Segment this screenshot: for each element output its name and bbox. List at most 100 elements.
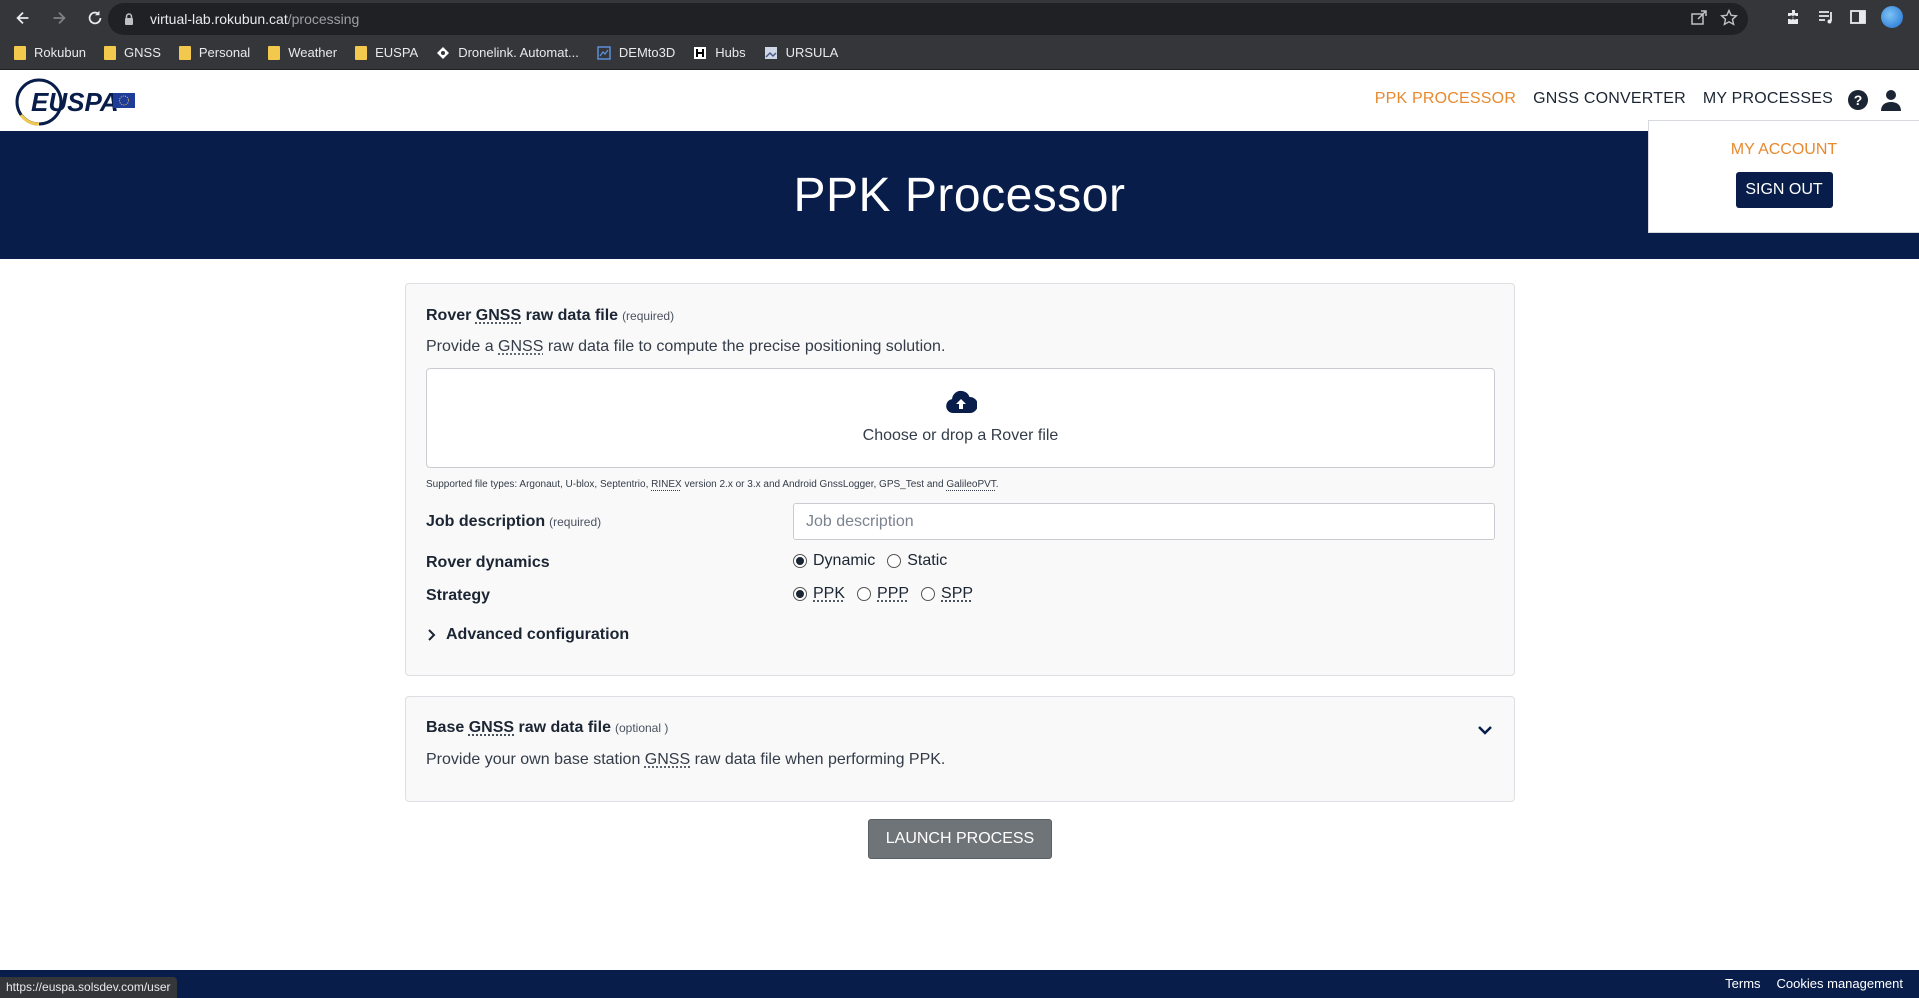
supported-abbr-galileopvt: GalileoPVT — [946, 479, 996, 490]
rover-dynamics-radio-group: Dynamic Static — [793, 552, 947, 570]
base-title-abbr: GNSS — [468, 719, 515, 736]
base-desc-abbr: GNSS — [644, 751, 691, 768]
chevron-down-icon[interactable] — [1476, 721, 1494, 739]
base-section-title: Base GNSS raw data file (optional ) — [426, 719, 668, 737]
bookmark-personal[interactable]: Personal — [178, 45, 251, 60]
folder-icon — [268, 45, 281, 60]
profile-avatar[interactable] — [1881, 6, 1903, 28]
bookmark-label: GNSS — [124, 45, 161, 60]
bookmark-weather[interactable]: Weather — [268, 45, 337, 60]
svg-text:?: ? — [1854, 92, 1863, 108]
bookmark-rokubun[interactable]: Rokubun — [14, 45, 86, 60]
base-title-prefix: Base — [426, 719, 469, 736]
bookmark-label: Hubs — [715, 45, 746, 60]
help-icon[interactable]: ? — [1847, 89, 1869, 111]
back-button[interactable] — [8, 3, 38, 33]
base-desc-prefix: Provide your own base station — [426, 751, 645, 768]
radio-button[interactable] — [921, 587, 936, 601]
bookmark-label: Rokubun — [34, 45, 87, 60]
euspa-logo[interactable]: EUSPA — [15, 75, 145, 127]
rover-desc-prefix: Provide a — [426, 338, 499, 355]
radio-label: Dynamic — [813, 552, 876, 569]
radio-label: SPP — [941, 585, 974, 602]
base-section[interactable]: Base GNSS raw data file (optional ) Provi… — [405, 696, 1515, 802]
dronelink-icon — [436, 46, 450, 60]
bookmark-label: EUSPA — [375, 45, 419, 60]
nav-my-processes[interactable]: MY PROCESSES — [1703, 90, 1833, 108]
supported-abbr-rinex: RINEX — [651, 479, 682, 490]
side-panel-icon[interactable] — [1849, 8, 1867, 26]
hero-banner: PPK Processor — [0, 131, 1919, 259]
address-bar[interactable]: virtual-lab.rokubun.cat/processing — [108, 3, 1748, 35]
my-account-link[interactable]: MY ACCOUNT — [1731, 141, 1837, 159]
site-header: EUSPA PPK PROCESSOR GNSS CONVERTER MY PR… — [0, 70, 1919, 131]
radio-ppk[interactable]: PPK — [793, 585, 845, 603]
rover-file-dropzone[interactable]: Choose or drop a Rover file — [426, 368, 1495, 468]
folder-icon — [14, 45, 26, 60]
reload-button[interactable] — [80, 3, 110, 33]
footer: Terms Cookies management — [0, 970, 1919, 998]
bookmark-gnss[interactable]: GNSS — [104, 45, 161, 60]
required-badge: (required) — [622, 309, 675, 323]
optional-badge: (optional ) — [614, 721, 669, 735]
nav-gnss-converter[interactable]: GNSS CONVERTER — [1533, 90, 1686, 108]
advanced-configuration-toggle[interactable]: Advanced configuration — [426, 626, 629, 644]
radio-button[interactable] — [793, 554, 807, 568]
sign-out-button[interactable]: SIGN OUT — [1735, 172, 1833, 208]
radio-spp[interactable]: SPP — [921, 585, 973, 603]
bookmark-label: Dronelink. Automat... — [458, 45, 579, 60]
advanced-label: Advanced configuration — [446, 626, 630, 643]
terms-link[interactable]: Terms — [1725, 976, 1760, 991]
extensions-icon[interactable] — [1785, 8, 1803, 26]
share-icon[interactable] — [1690, 9, 1708, 27]
lock-icon — [125, 13, 133, 25]
radio-label: PPP — [877, 585, 910, 602]
supported-file-types: Supported file types: Argonaut, U-blox, … — [426, 479, 999, 490]
supported-prefix: Supported file types: Argonaut, U-blox, … — [426, 479, 652, 490]
arrow-right-icon — [53, 11, 66, 25]
rover-desc-abbr: GNSS — [498, 338, 544, 355]
strategy-label: Strategy — [426, 587, 491, 604]
bookmark-label: DEMto3D — [618, 45, 676, 60]
rover-desc-suffix: raw data file to compute the precise pos… — [543, 338, 946, 355]
bookmark-demto3d[interactable]: DEMto3D — [597, 45, 675, 60]
bookmark-label: Weather — [288, 45, 338, 60]
cookies-management-link[interactable]: Cookies management — [1777, 976, 1903, 991]
nav-ppk-processor[interactable]: PPK PROCESSOR — [1375, 90, 1516, 108]
reload-icon — [88, 10, 102, 25]
job-description-input[interactable] — [793, 503, 1495, 540]
radio-dynamic[interactable]: Dynamic — [793, 552, 875, 570]
arrow-left-icon — [16, 11, 29, 25]
rover-title-abbr: GNSS — [475, 307, 522, 324]
star-icon[interactable] — [1720, 9, 1738, 27]
chevron-right-icon — [428, 629, 436, 641]
launch-process-button[interactable]: LAUNCH PROCESS — [868, 819, 1052, 859]
media-icon[interactable] — [1817, 8, 1835, 26]
bookmark-ursula[interactable]: URSULA — [764, 45, 838, 60]
user-icon[interactable] — [1879, 88, 1903, 112]
bookmarks-bar: Rokubun GNSS Personal Weather EUSPA Dron… — [0, 36, 1919, 70]
bookmark-hubs[interactable]: Hubs — [693, 45, 746, 60]
bookmark-dronelink[interactable]: Dronelink. Automat... — [436, 45, 579, 60]
dropzone-text: Choose or drop a Rover file — [862, 427, 1059, 444]
supported-suffix: . — [995, 479, 999, 490]
hubs-icon — [693, 46, 707, 60]
account-dropdown: MY ACCOUNT SIGN OUT — [1648, 120, 1919, 233]
bookmark-euspa[interactable]: EUSPA — [355, 45, 418, 60]
radio-button[interactable] — [857, 587, 872, 601]
radio-static[interactable]: Static — [887, 552, 947, 570]
browser-toolbar: virtual-lab.rokubun.cat/processing — [0, 0, 1919, 36]
forward-button[interactable] — [44, 3, 74, 33]
radio-ppp[interactable]: PPP — [857, 585, 909, 603]
rover-section: Rover GNSS raw data file (required) Provi… — [405, 283, 1515, 676]
url-host: virtual-lab.rokubun.cat — [150, 11, 288, 27]
supported-middle: version 2.x or 3.x and Android GnssLogge… — [681, 479, 947, 490]
page-title: PPK Processor — [793, 168, 1126, 222]
folder-icon — [178, 45, 191, 60]
radio-button[interactable] — [887, 554, 902, 568]
demto3d-icon — [597, 45, 611, 60]
radio-button[interactable] — [793, 587, 807, 601]
main-nav: PPK PROCESSOR GNSS CONVERTER MY PROCESSE… — [1375, 90, 1833, 108]
job-label-text: Job description — [426, 513, 546, 530]
bookmark-label: Personal — [198, 45, 251, 60]
